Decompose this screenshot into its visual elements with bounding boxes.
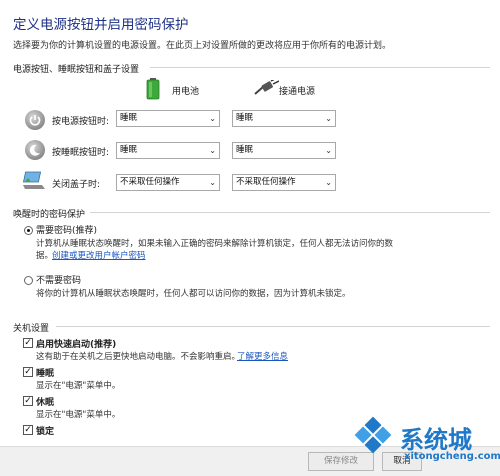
- sleep-menu-desc: 显示在"电源"菜单中。: [36, 381, 121, 391]
- power-button-battery-select[interactable]: 睡眠 ⌄: [116, 110, 220, 127]
- sleep-menu-label[interactable]: 睡眠: [36, 366, 54, 379]
- learn-more-link[interactable]: 了解更多信息: [237, 350, 288, 362]
- close-lid-plugged-select[interactable]: 不采取任何操作 ⌄: [232, 174, 336, 191]
- column-plugged-label: 接通电源: [279, 87, 316, 97]
- no-password-label[interactable]: 不需要密码: [36, 273, 81, 286]
- page-title: 定义电源按钮并启用密码保护: [13, 17, 189, 33]
- sleep-button-icon: [25, 140, 45, 160]
- chevron-down-icon: ⌄: [325, 178, 332, 187]
- close-lid-label: 关闭盖子时:: [52, 180, 101, 190]
- power-button-plugged-select[interactable]: 睡眠 ⌄: [232, 110, 336, 127]
- power-buttons-heading: 电源按钮、睡眠按钮和盖子设置: [13, 65, 140, 75]
- no-password-desc: 将你的计算机从睡眠状态唤醒时，任何人都可以访问你的数据，因为计算机未锁定。: [36, 289, 351, 299]
- require-password-desc-line2: 据。: [36, 251, 54, 261]
- section-divider: [56, 326, 490, 327]
- section-divider: [90, 212, 490, 213]
- require-password-radio[interactable]: [24, 226, 33, 235]
- close-lid-battery-select[interactable]: 不采取任何操作 ⌄: [116, 174, 220, 191]
- fast-startup-desc: 这有助于在关机之后更快地启动电脑。不会影响重启。: [36, 352, 241, 362]
- sleep-button-label: 按睡眠按钮时:: [52, 148, 110, 158]
- chevron-down-icon: ⌄: [325, 114, 332, 123]
- column-battery-label: 用电池: [172, 87, 200, 97]
- power-plug-icon: [254, 80, 279, 95]
- battery-icon: [146, 78, 160, 100]
- power-button-icon: [25, 110, 45, 130]
- fast-startup-checkbox[interactable]: ✓: [23, 338, 33, 348]
- sleep-button-plugged-select[interactable]: 睡眠 ⌄: [232, 142, 336, 159]
- shutdown-settings-heading: 关机设置: [13, 324, 50, 334]
- page-description: 选择要为你的计算机设置的电源设置。在此页上对设置所做的更改将应用于你所有的电源计…: [13, 41, 392, 51]
- hibernate-menu-desc: 显示在"电源"菜单中。: [36, 410, 121, 420]
- power-button-label: 按电源按钮时:: [52, 117, 110, 127]
- chevron-down-icon: ⌄: [209, 114, 216, 123]
- chevron-down-icon: ⌄: [209, 146, 216, 155]
- watermark-logo-icon: [354, 416, 392, 454]
- require-password-desc-line1: 计算机从睡眠状态唤醒时，如果未输入正确的密码来解除计算机锁定，任何人都无法访问你…: [36, 239, 394, 249]
- sleep-button-battery-select[interactable]: 睡眠 ⌄: [116, 142, 220, 159]
- watermark-url: xitongcheng.com: [404, 451, 500, 462]
- change-password-link[interactable]: 创建或更改用户帐户密码: [52, 249, 146, 261]
- laptop-lid-icon: [22, 171, 45, 189]
- chevron-down-icon: ⌄: [209, 178, 216, 187]
- require-password-label[interactable]: 需要密码(推荐): [36, 223, 97, 236]
- watermark-brand: 系统城: [400, 426, 472, 454]
- lock-menu-checkbox[interactable]: ✓: [23, 425, 33, 435]
- hibernate-menu-label[interactable]: 休眠: [36, 395, 54, 408]
- chevron-down-icon: ⌄: [325, 146, 332, 155]
- hibernate-menu-checkbox[interactable]: ✓: [23, 396, 33, 406]
- fast-startup-label[interactable]: 启用快速启动(推荐): [36, 337, 116, 350]
- sleep-menu-checkbox[interactable]: ✓: [23, 367, 33, 377]
- lock-menu-label[interactable]: 锁定: [36, 424, 54, 437]
- wake-password-heading: 唤醒时的密码保护: [13, 210, 86, 220]
- section-divider: [150, 67, 490, 68]
- no-password-radio[interactable]: [24, 276, 33, 285]
